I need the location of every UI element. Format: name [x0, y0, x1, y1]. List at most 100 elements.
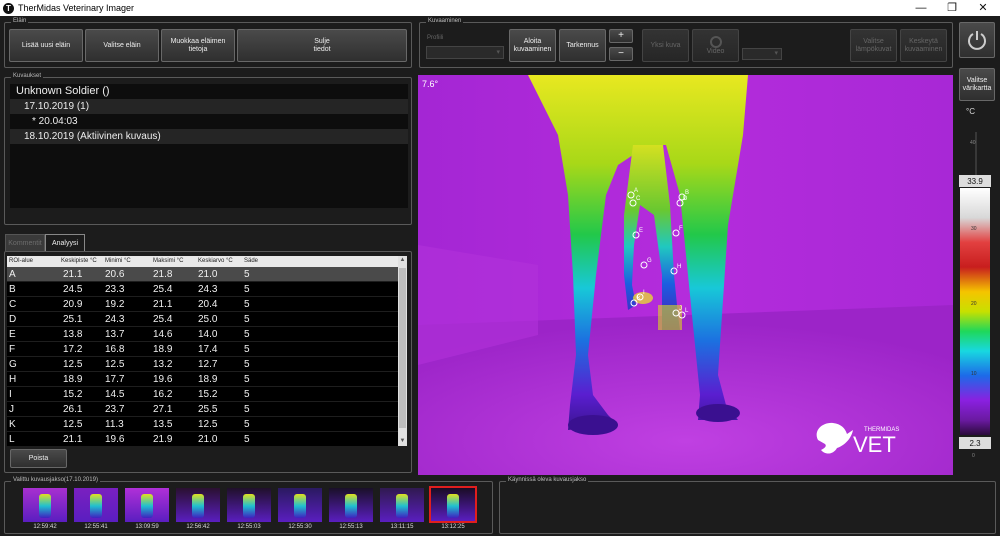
tab-analysis[interactable]: Analyysi — [45, 234, 85, 251]
delete-button[interactable]: Poista — [10, 449, 67, 468]
thumbnail-time: 12:59:42 — [33, 524, 57, 530]
sequence-thumbnail[interactable] — [176, 488, 220, 522]
header-roi: ROI-alue — [9, 258, 34, 264]
table-cell: 25.4 — [153, 314, 173, 325]
table-scrollbar[interactable]: ▲ ▼ — [398, 256, 407, 446]
table-cell: 21.1 — [153, 299, 173, 310]
table-cell: 21.0 — [198, 434, 218, 445]
thumbnail-figure — [243, 494, 255, 518]
table-cell: 20.6 — [105, 269, 125, 280]
table-row[interactable]: A 21.1 20.6 21.8 21.0 5 — [7, 267, 407, 282]
tab-comments[interactable]: Kommentit — [5, 234, 45, 251]
table-cell: 12.7 — [198, 359, 218, 370]
table-cell: 13.2 — [153, 359, 173, 370]
table-cell: D — [9, 314, 17, 325]
table-row[interactable]: H 18.9 17.7 19.6 18.9 5 — [7, 372, 407, 387]
profile-label: Profiili — [427, 35, 444, 41]
roi-label: K — [637, 296, 641, 302]
sequence-thumbnail[interactable] — [125, 488, 169, 522]
table-cell: 25.0 — [198, 314, 218, 325]
stop-capture-button[interactable]: Keskeytä kuvaaminen — [900, 29, 947, 62]
sequence-group-label: Valittu kuvausjakso(17.10.2019) — [11, 476, 100, 484]
scroll-down-icon[interactable]: ▼ — [398, 437, 407, 446]
thumbnail-figure — [396, 494, 408, 518]
video-button[interactable]: Video — [692, 29, 739, 62]
sequence-thumbnail[interactable] — [329, 488, 373, 522]
choose-colormap-button[interactable]: Valitse värikartta — [959, 68, 995, 101]
table-row[interactable]: D 25.1 24.3 25.4 25.0 5 — [7, 312, 407, 327]
table-cell: 5 — [244, 404, 250, 415]
header-max: Maksimi °C — [153, 258, 184, 264]
edit-animal-button[interactable]: Muokkaa eläimen tietoja — [161, 29, 235, 62]
focus-button[interactable]: Tarkennus — [559, 29, 606, 62]
focus-minus-button[interactable]: − — [609, 47, 633, 61]
tree-item-active[interactable]: 18.10.2019 (Aktiivinen kuvaus) — [10, 129, 408, 144]
table-row[interactable]: E 13.8 13.7 14.6 14.0 5 — [7, 327, 407, 342]
choose-thermal-button[interactable]: Valitse lämpökuvat — [850, 29, 897, 62]
roi-label: J — [679, 306, 682, 312]
add-animal-button[interactable]: Lisää uusi eläin — [9, 29, 83, 62]
table-row[interactable]: B 24.5 23.3 25.4 24.3 5 — [7, 282, 407, 297]
focus-plus-button[interactable]: + — [609, 29, 633, 43]
single-image-button[interactable]: Yksi kuva — [642, 29, 689, 62]
thumbnail-time: 12:55:03 — [237, 524, 261, 530]
table-cell: 18.9 — [198, 374, 218, 385]
sequence-thumbnail[interactable] — [278, 488, 322, 522]
start-capture-button[interactable]: Aloita kuvaaminen — [509, 29, 556, 62]
sequence-thumbnail[interactable] — [227, 488, 271, 522]
tree-item-animal[interactable]: Unknown Soldier () — [10, 84, 408, 99]
table-row[interactable]: C 20.9 19.2 21.1 20.4 5 — [7, 297, 407, 312]
table-row[interactable]: K 12.5 11.3 13.5 12.5 5 — [7, 417, 407, 432]
table-cell: 20.9 — [63, 299, 83, 310]
scroll-up-icon[interactable]: ▲ — [398, 256, 407, 265]
thumbnail-time: 12:55:41 — [84, 524, 108, 530]
table-row[interactable]: F 17.2 16.8 18.9 17.4 5 — [7, 342, 407, 357]
table-cell: 15.2 — [198, 389, 218, 400]
maximize-button[interactable]: ❐ — [937, 0, 967, 16]
minimize-button[interactable]: — — [906, 0, 936, 16]
power-button[interactable] — [959, 22, 995, 58]
sequence-thumbnail[interactable] — [23, 488, 67, 522]
video-select[interactable]: ▾ — [742, 48, 782, 60]
table-cell: 15.2 — [63, 389, 83, 400]
close-animal-button[interactable]: Sulje tiedot — [237, 29, 407, 62]
header-center: Keskipiste °C — [61, 258, 97, 264]
tree-item-date[interactable]: 17.10.2019 (1) — [10, 99, 408, 114]
table-cell: E — [9, 329, 16, 340]
sessions-group-label: Kuvaukset — [11, 72, 44, 80]
sequence-thumbnail[interactable] — [74, 488, 118, 522]
tree-item-time[interactable]: * 20.04:03 — [10, 114, 408, 129]
thumbnail-time: 13:09:59 — [135, 524, 159, 530]
profile-select[interactable]: ▾ — [426, 46, 504, 59]
table-cell: 25.4 — [153, 284, 173, 295]
running-sequence-label: Käynnissä oleva kuvausjakso — [506, 476, 589, 484]
table-row[interactable]: I 15.2 14.5 16.2 15.2 5 — [7, 387, 407, 402]
thumbnail-figure — [345, 494, 357, 518]
video-label: Video — [706, 47, 725, 55]
thermal-image[interactable]: ABCDEFGHIJKL 7.6° THERMIDAS VET — [418, 75, 953, 475]
table-cell: L — [9, 434, 15, 445]
scroll-thumb[interactable] — [399, 268, 406, 428]
sequence-thumbnail[interactable] — [429, 486, 477, 523]
table-cell: 5 — [244, 314, 250, 325]
table-cell: 5 — [244, 374, 250, 385]
choose-animal-button[interactable]: Valitse eläin — [85, 29, 159, 62]
table-cell: 25.5 — [198, 404, 218, 415]
table-cell: 5 — [244, 419, 250, 430]
roi-table[interactable]: ROI-alue Keskipiste °C Minimi °C Maksimi… — [7, 256, 407, 446]
sessions-tree[interactable]: Unknown Soldier () 17.10.2019 (1) * 20.0… — [10, 84, 408, 208]
table-row[interactable]: J 26.1 23.7 27.1 25.5 5 — [7, 402, 407, 417]
close-window-button[interactable]: ✕ — [968, 0, 998, 16]
table-row[interactable]: L 21.1 19.6 21.9 21.0 5 — [7, 432, 407, 446]
scale-tick: 20 — [971, 301, 977, 307]
scale-max-value: 33.9 — [967, 177, 983, 186]
table-cell: 21.8 — [153, 269, 173, 280]
roi-label: A — [634, 188, 638, 194]
table-cell: 24.3 — [105, 314, 125, 325]
table-cell: 18.9 — [153, 344, 173, 355]
thumbnail-figure — [90, 494, 102, 518]
table-row[interactable]: G 12.5 12.5 13.2 12.7 5 — [7, 357, 407, 372]
logo-vet-text: VET — [853, 432, 896, 457]
table-cell: F — [9, 344, 16, 355]
sequence-thumbnail[interactable] — [380, 488, 424, 522]
